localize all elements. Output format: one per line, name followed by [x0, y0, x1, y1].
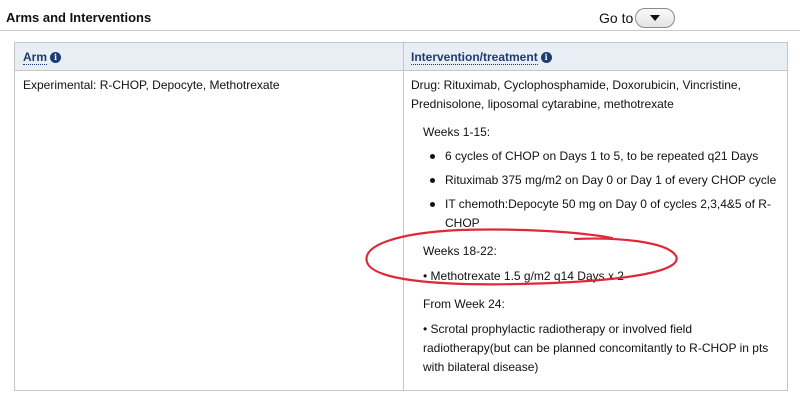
- chevron-down-icon: [650, 15, 660, 21]
- list-item: IT chemoth:Depocyte 50 mg on Day 0 of cy…: [423, 195, 779, 233]
- methotrexate-line: • Methotrexate 1.5 g/m2 q14 Days x 2: [423, 269, 624, 283]
- info-icon[interactable]: i: [50, 52, 62, 63]
- column-header-arm: Arm i: [23, 50, 62, 65]
- table-header-row: Arm i Intervention/treatment i: [15, 43, 787, 71]
- section-header: Arms and Interventions Go to: [0, 0, 800, 31]
- section-title: Arms and Interventions: [6, 10, 152, 25]
- info-icon[interactable]: i: [540, 52, 552, 63]
- arms-table: Arm i Intervention/treatment i Experimen…: [14, 42, 788, 391]
- column-header-arm-label[interactable]: Arm: [23, 50, 48, 65]
- column-header-intervention-label[interactable]: Intervention/treatment: [411, 50, 538, 65]
- weeks-1-15-heading: Weeks 1-15:: [423, 125, 491, 139]
- weeks-18-22-heading: Weeks 18-22:: [423, 244, 497, 258]
- list-item: 6 cycles of CHOP on Days 1 to 5, to be r…: [423, 147, 779, 166]
- goto-label: Go to: [599, 10, 634, 26]
- treatment-schedule: Weeks 1-15: 6 cycles of CHOP on Days 1 t…: [423, 123, 779, 377]
- column-divider: [403, 43, 404, 390]
- column-header-intervention: Intervention/treatment i: [411, 50, 552, 65]
- drug-line-1: Drug: Rituximab, Cyclophosphamide, Doxor…: [411, 78, 741, 92]
- weeks-1-15-list: 6 cycles of CHOP on Days 1 to 5, to be r…: [423, 147, 779, 233]
- intervention-cell: Drug: Rituximab, Cyclophosphamide, Doxor…: [411, 76, 779, 377]
- radiotherapy-line: • Scrotal prophylactic radiotherapy or i…: [423, 322, 769, 374]
- arm-cell: Experimental: R-CHOP, Depocyte, Methotre…: [23, 78, 280, 92]
- from-week-24-heading: From Week 24:: [423, 297, 505, 311]
- goto-dropdown-button[interactable]: [635, 8, 675, 28]
- drug-line-2: Prednisolone, liposomal cytarabine, meth…: [411, 97, 674, 111]
- list-item: Rituximab 375 mg/m2 on Day 0 or Day 1 of…: [423, 171, 779, 190]
